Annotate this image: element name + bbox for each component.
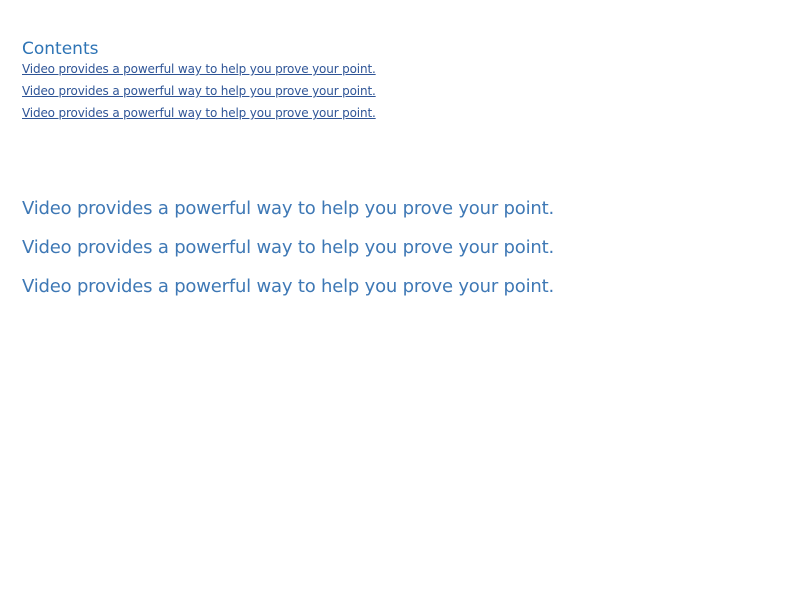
toc-link[interactable]: Video provides a powerful way to help yo… bbox=[22, 62, 376, 76]
toc-entry: Video provides a powerful way to help yo… bbox=[22, 82, 376, 104]
section-heading: Video provides a powerful way to help yo… bbox=[22, 198, 554, 219]
toc-link[interactable]: Video provides a powerful way to help yo… bbox=[22, 84, 376, 98]
toc-link[interactable]: Video provides a powerful way to help yo… bbox=[22, 106, 376, 120]
toc-entry: Video provides a powerful way to help yo… bbox=[22, 104, 376, 126]
toc-heading: Contents bbox=[22, 39, 99, 59]
toc-list: Video provides a powerful way to help yo… bbox=[22, 60, 376, 126]
section-heading: Video provides a powerful way to help yo… bbox=[22, 276, 554, 297]
document-body: Video provides a powerful way to help yo… bbox=[22, 197, 554, 314]
table-of-contents: Contents Video provides a powerful way t… bbox=[22, 38, 376, 126]
toc-entry: Video provides a powerful way to help yo… bbox=[22, 60, 376, 82]
section-heading: Video provides a powerful way to help yo… bbox=[22, 237, 554, 258]
